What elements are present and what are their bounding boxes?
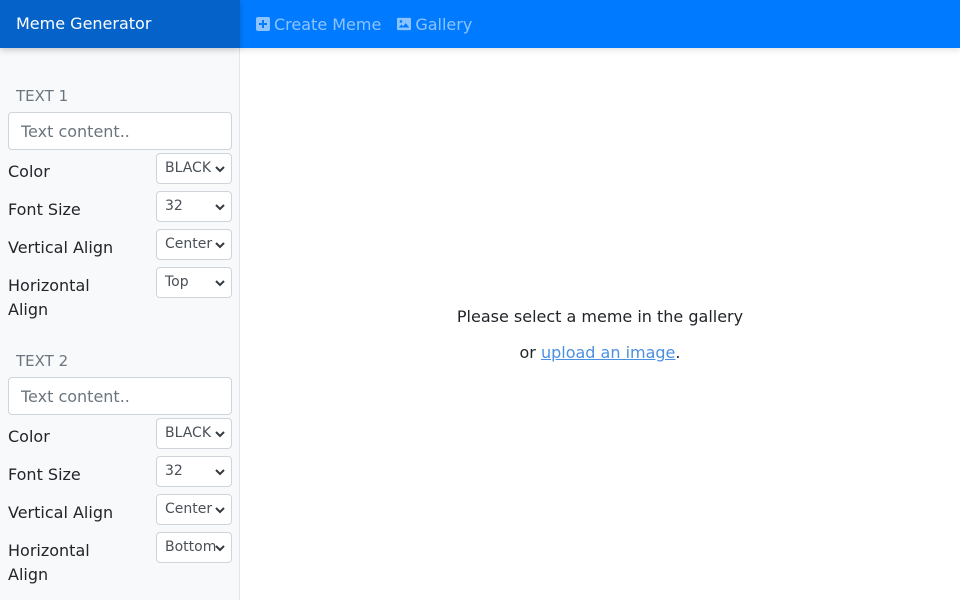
text2-color-select[interactable]: BLACK [156,418,232,449]
text2-halign-value: Bottom [165,539,217,555]
text1-halign-value: Top [165,274,189,290]
text2-valign-select[interactable]: Center [156,494,232,525]
chevron-down-icon [215,431,225,438]
upload-image-link[interactable]: upload an image [541,343,675,362]
chevron-down-icon [215,507,225,514]
plus-square-icon [256,17,270,31]
empty-state-message: Please select a meme in the gallery [456,307,744,326]
text2-halign-label: Horizontal Align [8,541,90,584]
image-icon [397,17,412,31]
text2-content-input[interactable] [8,377,232,415]
upload-prefix: or [519,343,541,362]
nav-create-meme[interactable]: Create Meme [256,15,381,34]
nav-links: Create Meme Gallery [256,0,488,48]
nav-create-meme-label: Create Meme [274,14,382,34]
text2-size-select[interactable]: 32 [156,456,232,487]
upload-suffix: . [675,343,681,362]
chevron-down-icon [215,545,225,552]
text1-title: TEXT 1 [16,87,69,105]
upload-prompt: or upload an image. [240,343,960,362]
text2-color-value: BLACK [165,425,212,441]
chevron-down-icon [215,166,225,173]
chevron-down-icon [215,280,225,287]
text2-size-value: 32 [165,463,183,479]
text1-valign-label: Vertical Align [8,238,114,257]
text1-content-input[interactable] [8,112,232,150]
sidebar: TEXT 1 Color BLACK Font Size 32 Vertical… [0,48,240,600]
nav-gallery-label: Gallery [415,14,473,34]
text2-valign-label: Vertical Align [8,503,114,522]
text1-size-label: Font Size [8,200,81,219]
app-title[interactable]: Meme Generator [0,0,240,48]
chevron-down-icon [215,204,225,211]
text1-valign-value: Center [165,236,213,252]
text2-title: TEXT 2 [16,352,69,370]
text1-halign-select[interactable]: Top [156,267,232,298]
text2-valign-value: Center [165,501,213,517]
text1-halign-label: Horizontal Align [8,276,90,319]
text1-size-select[interactable]: 32 [156,191,232,222]
nav-gallery[interactable]: Gallery [397,15,472,34]
text1-size-value: 32 [165,198,183,214]
text1-color-value: BLACK [165,160,212,176]
text2-color-label: Color [8,427,50,446]
text1-color-label: Color [8,162,50,181]
chevron-down-icon [215,242,225,249]
chevron-down-icon [215,469,225,476]
text1-color-select[interactable]: BLACK [156,153,232,184]
text1-valign-select[interactable]: Center [156,229,232,260]
text2-halign-select[interactable]: Bottom [156,532,232,563]
text2-size-label: Font Size [8,465,81,484]
